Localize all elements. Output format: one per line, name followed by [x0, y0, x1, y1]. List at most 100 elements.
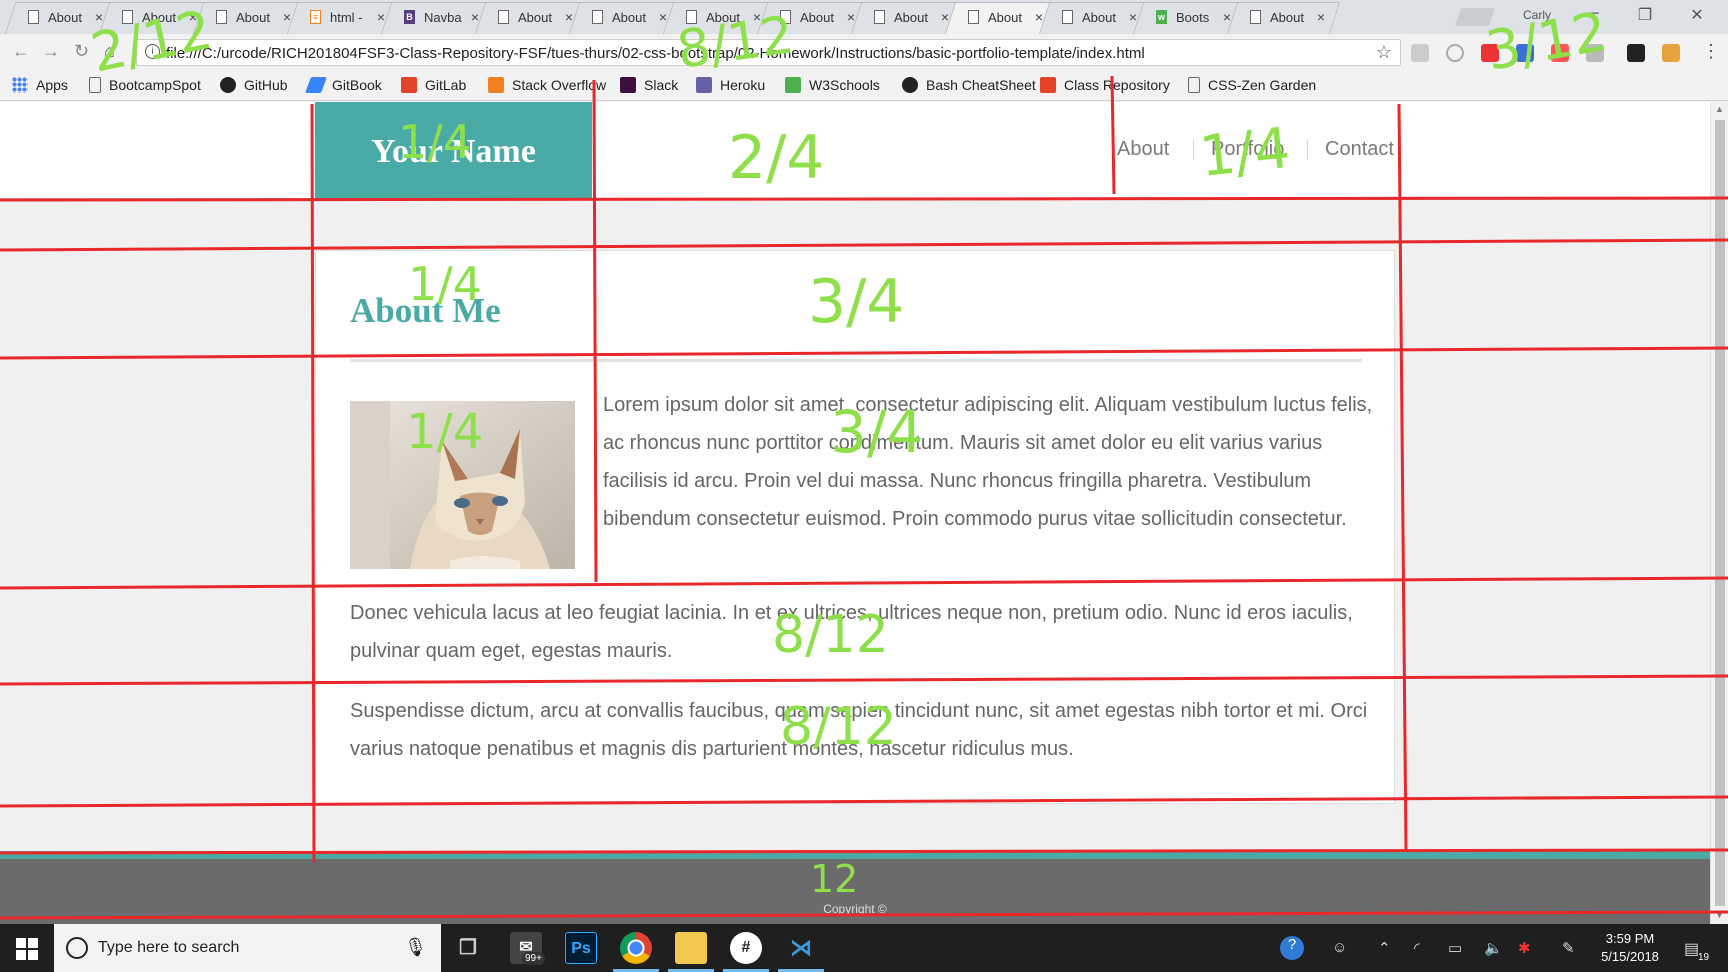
task-view-icon[interactable]: ❐ [452, 932, 484, 964]
people-icon[interactable]: ☺ [1332, 939, 1347, 956]
stackoverflow-icon [488, 77, 504, 93]
new-tab-button[interactable] [1455, 8, 1495, 26]
extension-icon[interactable] [1662, 44, 1680, 62]
bookmark-apps[interactable]: Apps [12, 77, 68, 93]
security-icon[interactable]: ✱ [1518, 939, 1531, 957]
browser-tab[interactable]: About × [1038, 2, 1153, 34]
browser-tab[interactable]: About × [850, 2, 965, 34]
apps-grid-icon [12, 77, 28, 93]
bookmark-w3schools[interactable]: W3Schools [785, 77, 880, 93]
taskbar-search[interactable]: Type here to search 🎙 [54, 924, 441, 972]
bookmark-gitlab[interactable]: GitLab [401, 77, 466, 93]
w3schools-icon: w [1156, 10, 1167, 24]
home-icon[interactable]: ⌂ [104, 41, 115, 62]
bookmark-gitbook[interactable]: GitBook [305, 77, 382, 93]
browser-tab[interactable]: About × [98, 2, 213, 34]
browser-tab[interactable]: About × [568, 2, 683, 34]
about-paragraph-3: Suspendisse dictum, arcu at convallis fa… [350, 700, 1368, 760]
bookmark-bash-cheatsheet[interactable]: Bash CheatSheet [902, 77, 1036, 93]
browser-tab[interactable]: About × [192, 2, 307, 34]
browser-tab[interactable]: About × [756, 2, 871, 34]
info-icon[interactable]: i [145, 44, 160, 59]
w3schools-icon [785, 77, 801, 93]
browser-tab-active[interactable]: About × [944, 2, 1059, 34]
notifications-icon[interactable]: ▤ [1684, 939, 1699, 959]
battery-icon[interactable]: ▭ [1448, 939, 1462, 957]
file-explorer-icon[interactable] [675, 932, 707, 964]
scroll-down-icon[interactable]: ▼ [1715, 910, 1724, 920]
close-window-icon[interactable]: ✕ [1672, 5, 1722, 25]
browser-toolbar: ← → ↻ ⌂ i file:///C:/urcode/RICH201804FS… [0, 34, 1728, 71]
chrome-icon[interactable] [620, 932, 652, 964]
browser-tab[interactable]: About × [1226, 2, 1341, 34]
bookmark-star-icon[interactable]: ☆ [1376, 42, 1392, 63]
bookmark-class-repository[interactable]: Class Repository [1040, 77, 1170, 93]
tab-title: About [800, 10, 834, 25]
profile-name[interactable]: Carly [1523, 8, 1551, 22]
page-icon [686, 10, 697, 24]
nav-link-portfolio[interactable]: Portfolio [1211, 138, 1284, 161]
back-icon[interactable]: ← [12, 41, 30, 62]
system-clock[interactable]: 3:59 PM 5/15/2018 [1580, 930, 1680, 966]
extension-icon[interactable] [1551, 44, 1569, 62]
extension-icon[interactable] [1627, 44, 1645, 62]
address-url[interactable]: file:///C:/urcode/RICH201804FSF3-Class-R… [166, 45, 1145, 62]
scroll-thumb[interactable] [1715, 120, 1725, 906]
address-bar[interactable]: i file:///C:/urcode/RICH201804FSF3-Class… [136, 39, 1401, 66]
clock-time: 3:59 PM [1605, 931, 1655, 946]
restore-icon[interactable]: ❐ [1620, 5, 1670, 25]
windows-start-icon[interactable] [16, 938, 38, 960]
github-icon [220, 77, 236, 93]
extension-icon[interactable] [1446, 44, 1464, 62]
wifi-icon[interactable]: ◜ [1414, 939, 1420, 957]
bookmark-heroku[interactable]: Heroku [696, 77, 765, 93]
bookmark-github[interactable]: GitHub [220, 77, 288, 93]
shield-icon[interactable] [1516, 44, 1534, 62]
help-icon[interactable]: ? [1280, 936, 1304, 960]
stackoverflow-icon: ≡ [310, 10, 321, 24]
tab-title: About [142, 10, 176, 25]
gitbook-icon [305, 77, 327, 93]
browser-tab[interactable]: B Navba × [380, 2, 495, 34]
extension-icon[interactable] [1586, 44, 1604, 62]
bookmark-css-zen-garden[interactable]: CSS-Zen Garden [1188, 77, 1316, 93]
microphone-icon[interactable]: 🎙 [404, 937, 427, 958]
github-icon [902, 77, 918, 93]
page-icon [1250, 10, 1261, 24]
extension-icon[interactable] [1481, 44, 1499, 62]
vscode-icon[interactable]: ⋊ [785, 932, 817, 964]
brand-logo[interactable]: Your Name [315, 102, 592, 200]
extension-icon[interactable] [1411, 44, 1429, 62]
site-footer: Copyright © [0, 851, 1710, 924]
page-icon [122, 10, 133, 24]
page-icon [780, 10, 791, 24]
volume-icon[interactable]: 🔈 [1484, 939, 1503, 957]
reload-icon[interactable]: ↻ [74, 41, 89, 62]
photoshop-icon[interactable]: Ps [565, 932, 597, 964]
cortana-icon [66, 937, 88, 959]
browser-tab[interactable]: About × [474, 2, 589, 34]
nav-link-about[interactable]: About [1117, 138, 1169, 161]
tab-title: About [48, 10, 82, 25]
browser-tab[interactable]: w Boots × [1132, 2, 1247, 34]
pen-icon[interactable]: ✎ [1562, 939, 1575, 957]
menu-icon[interactable]: ⋮ [1702, 41, 1720, 62]
bookmark-bootcampspot[interactable]: BootcampSpot [89, 77, 201, 93]
bookmark-stackoverflow[interactable]: Stack Overflow [488, 77, 606, 93]
chevron-up-icon[interactable]: ⌃ [1378, 939, 1391, 957]
browser-tab[interactable]: About × [4, 2, 119, 34]
close-icon[interactable]: × [1317, 9, 1325, 25]
page-icon [592, 10, 603, 24]
about-section: About Me Lorem ipsum dolor sit amet, con… [315, 250, 1395, 804]
browser-tab[interactable]: About × [662, 2, 777, 34]
page-scrollbar[interactable]: ▲ ▼ [1710, 102, 1728, 924]
scroll-up-icon[interactable]: ▲ [1715, 104, 1724, 114]
forward-icon[interactable]: → [42, 41, 60, 62]
browser-tab[interactable]: ≡ html - × [286, 2, 401, 34]
web-page: Your Name About Portfolio Contact About … [0, 102, 1710, 924]
minimize-icon[interactable]: ─ [1568, 5, 1618, 23]
tab-strip: About × About × About × ≡ html - × B Navba × Ab… [0, 0, 1728, 34]
nav-link-contact[interactable]: Contact [1325, 138, 1394, 161]
slack-icon[interactable]: # [730, 932, 762, 964]
bookmark-slack[interactable]: Slack [620, 77, 678, 93]
